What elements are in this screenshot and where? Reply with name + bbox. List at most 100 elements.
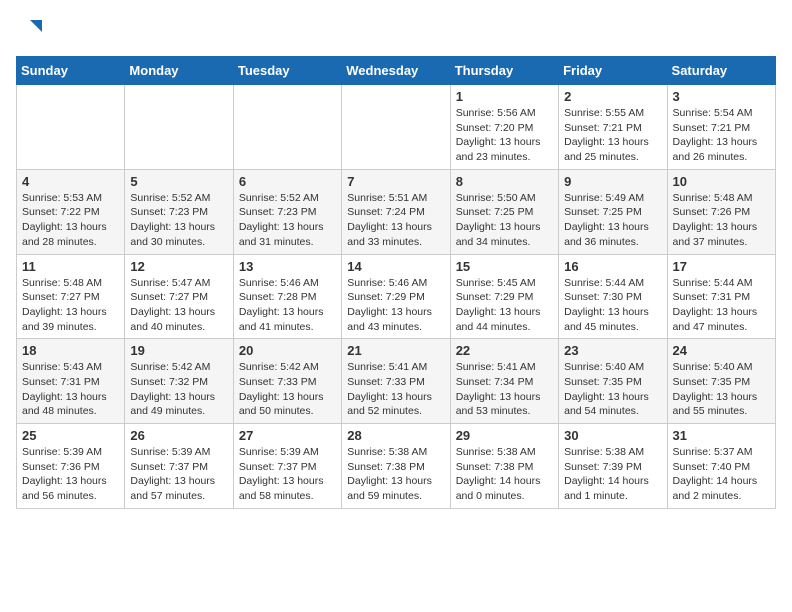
calendar-cell: 23 Sunrise: 5:40 AMSunset: 7:35 PMDayligh… bbox=[559, 339, 667, 424]
calendar-cell: 10 Sunrise: 5:48 AMSunset: 7:26 PMDayligh… bbox=[667, 169, 775, 254]
calendar-cell: 31 Sunrise: 5:37 AMSunset: 7:40 PMDayligh… bbox=[667, 424, 775, 509]
day-number: 11 bbox=[22, 259, 119, 274]
day-number: 25 bbox=[22, 428, 119, 443]
calendar-cell: 30 Sunrise: 5:38 AMSunset: 7:39 PMDayligh… bbox=[559, 424, 667, 509]
day-info: Sunrise: 5:53 AMSunset: 7:22 PMDaylight:… bbox=[22, 191, 119, 250]
calendar-cell: 6Sunrise: 5:52 AMSunset: 7:23 PMDaylight… bbox=[233, 169, 341, 254]
day-info: Sunrise: 5:50 AMSunset: 7:25 PMDaylight:… bbox=[456, 191, 553, 250]
calendar-week-row: 4Sunrise: 5:53 AMSunset: 7:22 PMDaylight… bbox=[17, 169, 776, 254]
calendar-cell: 19 Sunrise: 5:42 AMSunset: 7:32 PMDayligh… bbox=[125, 339, 233, 424]
day-number: 5 bbox=[130, 174, 227, 189]
calendar-cell: 20 Sunrise: 5:42 AMSunset: 7:33 PMDayligh… bbox=[233, 339, 341, 424]
day-number: 17 bbox=[673, 259, 770, 274]
day-info: Sunrise: 5:42 AMSunset: 7:32 PMDaylight:… bbox=[130, 360, 227, 419]
day-of-week-header: Monday bbox=[125, 57, 233, 85]
day-number: 6 bbox=[239, 174, 336, 189]
calendar-cell: 28 Sunrise: 5:38 AMSunset: 7:38 PMDayligh… bbox=[342, 424, 450, 509]
calendar-cell: 16Sunrise: 5:44 AMSunset: 7:30 PMDayligh… bbox=[559, 254, 667, 339]
day-info: Sunrise: 5:52 AMSunset: 7:23 PMDaylight:… bbox=[130, 191, 227, 250]
day-number: 12 bbox=[130, 259, 227, 274]
day-info: Sunrise: 5:47 AMSunset: 7:27 PMDaylight:… bbox=[130, 276, 227, 335]
calendar-cell: 26 Sunrise: 5:39 AMSunset: 7:37 PMDayligh… bbox=[125, 424, 233, 509]
day-of-week-header: Sunday bbox=[17, 57, 125, 85]
page-header bbox=[16, 16, 776, 46]
day-info: Sunrise: 5:38 AMSunset: 7:38 PMDaylight:… bbox=[347, 445, 444, 504]
calendar-cell bbox=[125, 85, 233, 170]
day-info: Sunrise: 5:43 AMSunset: 7:31 PMDaylight:… bbox=[22, 360, 119, 419]
day-number: 26 bbox=[130, 428, 227, 443]
day-info: Sunrise: 5:41 AMSunset: 7:34 PMDaylight:… bbox=[456, 360, 553, 419]
calendar-week-row: 11 Sunrise: 5:48 AMSunset: 7:27 PMDayligh… bbox=[17, 254, 776, 339]
calendar-cell: 18 Sunrise: 5:43 AMSunset: 7:31 PMDayligh… bbox=[17, 339, 125, 424]
day-info: Sunrise: 5:39 AMSunset: 7:37 PMDaylight:… bbox=[239, 445, 336, 504]
calendar-cell: 21Sunrise: 5:41 AMSunset: 7:33 PMDayligh… bbox=[342, 339, 450, 424]
calendar-cell: 1Sunrise: 5:56 AMSunset: 7:20 PMDaylight… bbox=[450, 85, 558, 170]
day-info: Sunrise: 5:55 AMSunset: 7:21 PMDaylight:… bbox=[564, 106, 661, 165]
day-number: 30 bbox=[564, 428, 661, 443]
logo-icon bbox=[16, 16, 46, 46]
day-info: Sunrise: 5:51 AMSunset: 7:24 PMDaylight:… bbox=[347, 191, 444, 250]
day-number: 13 bbox=[239, 259, 336, 274]
day-number: 10 bbox=[673, 174, 770, 189]
day-info: Sunrise: 5:49 AMSunset: 7:25 PMDaylight:… bbox=[564, 191, 661, 250]
calendar-week-row: 18 Sunrise: 5:43 AMSunset: 7:31 PMDayligh… bbox=[17, 339, 776, 424]
day-info: Sunrise: 5:54 AMSunset: 7:21 PMDaylight:… bbox=[673, 106, 770, 165]
day-number: 27 bbox=[239, 428, 336, 443]
day-info: Sunrise: 5:40 AMSunset: 7:35 PMDaylight:… bbox=[564, 360, 661, 419]
calendar-week-row: 25 Sunrise: 5:39 AMSunset: 7:36 PMDayligh… bbox=[17, 424, 776, 509]
day-of-week-header: Tuesday bbox=[233, 57, 341, 85]
calendar-cell: 14Sunrise: 5:46 AMSunset: 7:29 PMDayligh… bbox=[342, 254, 450, 339]
calendar-cell: 11 Sunrise: 5:48 AMSunset: 7:27 PMDayligh… bbox=[17, 254, 125, 339]
calendar-cell bbox=[233, 85, 341, 170]
calendar-cell: 29 Sunrise: 5:38 AMSunset: 7:38 PMDayligh… bbox=[450, 424, 558, 509]
day-info: Sunrise: 5:38 AMSunset: 7:39 PMDaylight:… bbox=[564, 445, 661, 504]
day-info: Sunrise: 5:37 AMSunset: 7:40 PMDaylight:… bbox=[673, 445, 770, 504]
day-info: Sunrise: 5:41 AMSunset: 7:33 PMDaylight:… bbox=[347, 360, 444, 419]
calendar-cell bbox=[342, 85, 450, 170]
calendar-cell: 12 Sunrise: 5:47 AMSunset: 7:27 PMDayligh… bbox=[125, 254, 233, 339]
day-info: Sunrise: 5:40 AMSunset: 7:35 PMDaylight:… bbox=[673, 360, 770, 419]
day-number: 2 bbox=[564, 89, 661, 104]
day-info: Sunrise: 5:38 AMSunset: 7:38 PMDaylight:… bbox=[456, 445, 553, 504]
calendar-cell bbox=[17, 85, 125, 170]
day-info: Sunrise: 5:45 AMSunset: 7:29 PMDaylight:… bbox=[456, 276, 553, 335]
day-info: Sunrise: 5:44 AMSunset: 7:31 PMDaylight:… bbox=[673, 276, 770, 335]
calendar-cell: 24 Sunrise: 5:40 AMSunset: 7:35 PMDayligh… bbox=[667, 339, 775, 424]
day-number: 15 bbox=[456, 259, 553, 274]
day-number: 1 bbox=[456, 89, 553, 104]
calendar-cell: 17 Sunrise: 5:44 AMSunset: 7:31 PMDayligh… bbox=[667, 254, 775, 339]
calendar-cell: 22Sunrise: 5:41 AMSunset: 7:34 PMDayligh… bbox=[450, 339, 558, 424]
calendar-cell: 3Sunrise: 5:54 AMSunset: 7:21 PMDaylight… bbox=[667, 85, 775, 170]
day-number: 29 bbox=[456, 428, 553, 443]
calendar-cell: 2 Sunrise: 5:55 AMSunset: 7:21 PMDaylight… bbox=[559, 85, 667, 170]
calendar-cell: 25 Sunrise: 5:39 AMSunset: 7:36 PMDayligh… bbox=[17, 424, 125, 509]
day-info: Sunrise: 5:46 AMSunset: 7:29 PMDaylight:… bbox=[347, 276, 444, 335]
day-of-week-header: Friday bbox=[559, 57, 667, 85]
day-info: Sunrise: 5:39 AMSunset: 7:37 PMDaylight:… bbox=[130, 445, 227, 504]
calendar-cell: 5 Sunrise: 5:52 AMSunset: 7:23 PMDaylight… bbox=[125, 169, 233, 254]
day-number: 18 bbox=[22, 343, 119, 358]
calendar-cell: 13 Sunrise: 5:46 AMSunset: 7:28 PMDayligh… bbox=[233, 254, 341, 339]
calendar-cell: 9 Sunrise: 5:49 AMSunset: 7:25 PMDaylight… bbox=[559, 169, 667, 254]
day-info: Sunrise: 5:48 AMSunset: 7:27 PMDaylight:… bbox=[22, 276, 119, 335]
day-info: Sunrise: 5:39 AMSunset: 7:36 PMDaylight:… bbox=[22, 445, 119, 504]
day-number: 20 bbox=[239, 343, 336, 358]
calendar-cell: 7 Sunrise: 5:51 AMSunset: 7:24 PMDaylight… bbox=[342, 169, 450, 254]
day-number: 7 bbox=[347, 174, 444, 189]
day-number: 31 bbox=[673, 428, 770, 443]
day-number: 24 bbox=[673, 343, 770, 358]
day-number: 28 bbox=[347, 428, 444, 443]
day-number: 19 bbox=[130, 343, 227, 358]
day-of-week-header: Thursday bbox=[450, 57, 558, 85]
day-number: 9 bbox=[564, 174, 661, 189]
logo bbox=[16, 16, 50, 46]
calendar-week-row: 1Sunrise: 5:56 AMSunset: 7:20 PMDaylight… bbox=[17, 85, 776, 170]
day-info: Sunrise: 5:48 AMSunset: 7:26 PMDaylight:… bbox=[673, 191, 770, 250]
calendar-cell: 8 Sunrise: 5:50 AMSunset: 7:25 PMDaylight… bbox=[450, 169, 558, 254]
calendar-cell: 4Sunrise: 5:53 AMSunset: 7:22 PMDaylight… bbox=[17, 169, 125, 254]
day-info: Sunrise: 5:42 AMSunset: 7:33 PMDaylight:… bbox=[239, 360, 336, 419]
day-number: 23 bbox=[564, 343, 661, 358]
day-info: Sunrise: 5:46 AMSunset: 7:28 PMDaylight:… bbox=[239, 276, 336, 335]
day-number: 8 bbox=[456, 174, 553, 189]
calendar-cell: 15 Sunrise: 5:45 AMSunset: 7:29 PMDayligh… bbox=[450, 254, 558, 339]
